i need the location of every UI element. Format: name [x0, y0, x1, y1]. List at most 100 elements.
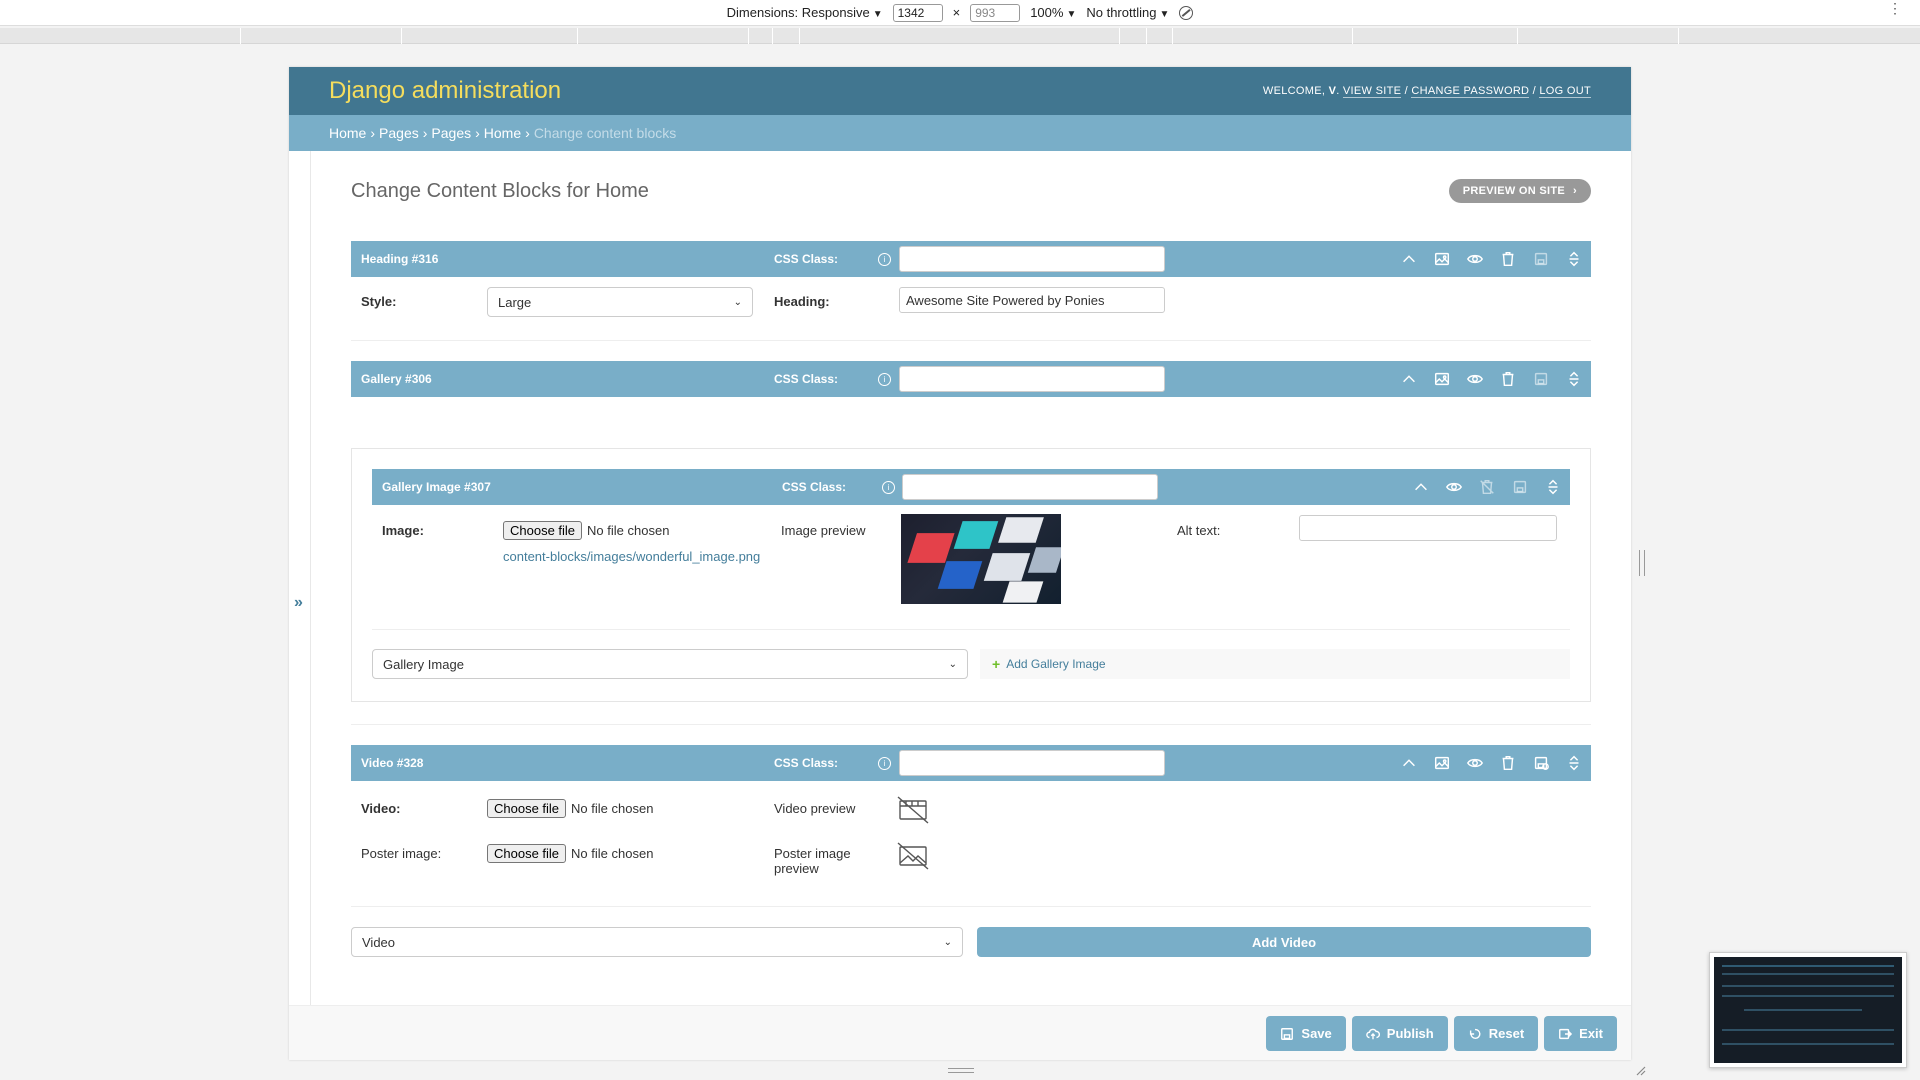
current-image-link[interactable]: content-blocks/images/wonderful_image.pn… — [503, 549, 763, 564]
save-block-icon[interactable] — [1530, 752, 1552, 774]
collapse-icon[interactable] — [1398, 248, 1420, 270]
no-file-chosen-text: No file chosen — [571, 801, 654, 816]
css-class-label: CSS Class: — [774, 252, 839, 266]
video-preview-label: Video preview — [774, 801, 856, 816]
add-gallery-image-link[interactable]: + Add Gallery Image — [980, 649, 1570, 679]
drag-handle-icon[interactable] — [1563, 248, 1585, 270]
choose-file-button[interactable]: Choose file — [487, 799, 567, 818]
zoom-label: 100% — [1030, 5, 1064, 20]
info-icon[interactable]: i — [878, 252, 891, 266]
exit-button[interactable]: Exit — [1544, 1016, 1617, 1051]
css-class-input[interactable] — [899, 366, 1165, 392]
video-block-header: Video #328 CSS Class: i — [351, 745, 1591, 781]
eye-icon[interactable] — [1464, 368, 1486, 390]
times-sign: × — [952, 5, 961, 20]
user-tools: Welcome, V. View site / Change password … — [1262, 85, 1591, 98]
change-password-link[interactable]: Change password — [1411, 85, 1530, 98]
image-icon[interactable] — [1431, 248, 1453, 270]
choose-file-button[interactable]: Choose file — [503, 521, 583, 540]
alt-text-input[interactable] — [1299, 515, 1557, 541]
drag-handle-icon[interactable] — [1563, 752, 1585, 774]
zoom-dropdown[interactable]: 100% ▼ — [1030, 5, 1076, 20]
breadcrumb: Home › Pages › Pages › Home › Change content… — [289, 115, 1631, 151]
image-file-input[interactable]: Choose file No file chosen — [503, 521, 669, 540]
poster-preview-label-line2: preview — [774, 861, 819, 876]
save-button[interactable]: Save — [1266, 1016, 1346, 1051]
save-icon — [1281, 1027, 1294, 1040]
css-class-input[interactable] — [899, 246, 1165, 272]
viewport-resize-handle-right[interactable] — [1639, 550, 1645, 576]
breadcrumb-page-home[interactable]: Home — [484, 125, 521, 141]
preview-on-site-button[interactable]: Preview on site › — [1448, 179, 1591, 203]
image-icon[interactable] — [1431, 752, 1453, 774]
heading-block-title: Heading #316 — [361, 252, 439, 266]
breadcrumb-pages-model[interactable]: Pages — [431, 125, 471, 141]
viewport-resize-handle-bottom[interactable] — [948, 1068, 974, 1073]
info-icon[interactable]: i — [878, 756, 891, 770]
publish-button[interactable]: Publish — [1351, 1016, 1448, 1051]
drag-handle-icon[interactable] — [1542, 476, 1564, 498]
plus-icon: + — [992, 656, 1001, 672]
trash-icon[interactable] — [1497, 752, 1519, 774]
reset-button[interactable]: Reset — [1453, 1016, 1539, 1051]
nav-sidebar-strip — [289, 151, 311, 1005]
gallery-block-title: Gallery #306 — [361, 372, 432, 386]
save-block-icon[interactable] — [1509, 476, 1531, 498]
style-select[interactable]: Large ⌄ — [487, 287, 753, 317]
toggle-nav-sidebar-icon[interactable]: » — [294, 594, 303, 612]
style-label: Style: — [361, 294, 397, 309]
image-preview-thumbnail — [901, 514, 1061, 604]
save-block-icon[interactable] — [1530, 248, 1552, 270]
collapse-icon[interactable] — [1398, 368, 1420, 390]
trash-icon[interactable] — [1497, 368, 1519, 390]
log-out-link[interactable]: Log out — [1539, 85, 1591, 98]
media-query-ruler[interactable] — [0, 28, 1920, 44]
poster-file-input[interactable]: Choose file No file chosen — [487, 844, 653, 863]
rotate-icon[interactable] — [1179, 5, 1194, 20]
trash-disabled-icon[interactable] — [1476, 476, 1498, 498]
screen-minimap[interactable] — [1709, 952, 1907, 1068]
divider — [372, 629, 1570, 630]
add-block-select[interactable]: Video ⌄ — [351, 927, 963, 957]
chevron-down-icon: ⌄ — [948, 658, 957, 670]
add-video-button[interactable]: Add Video — [977, 927, 1591, 957]
height-input[interactable]: 993 — [970, 3, 1021, 22]
css-class-label: CSS Class: — [774, 372, 839, 386]
trash-icon[interactable] — [1497, 248, 1519, 270]
choose-file-button[interactable]: Choose file — [487, 844, 567, 863]
publish-label: Publish — [1386, 1026, 1434, 1041]
image-label: Image: — [382, 523, 424, 538]
collapse-icon[interactable] — [1410, 476, 1432, 498]
image-unavailable-icon — [896, 841, 930, 871]
eye-icon[interactable] — [1464, 248, 1486, 270]
add-gallery-image-label: Add Gallery Image — [1006, 657, 1106, 671]
breadcrumb-home[interactable]: Home — [329, 125, 366, 141]
info-icon[interactable]: i — [878, 372, 891, 386]
width-input[interactable]: 1342 — [892, 3, 943, 22]
more-options-icon[interactable]: ⋮ — [1888, 1, 1902, 15]
breadcrumb-pages-app[interactable]: Pages — [379, 125, 419, 141]
throttling-dropdown[interactable]: No throttling ▼ — [1086, 5, 1169, 20]
add-block-select-value: Video — [362, 934, 396, 950]
css-class-input[interactable] — [899, 750, 1165, 776]
page-title: Change Content Blocks for Home — [351, 179, 649, 202]
collapse-icon[interactable] — [1398, 752, 1420, 774]
eye-icon[interactable] — [1443, 476, 1465, 498]
site-brand[interactable]: Django administration — [329, 77, 561, 105]
video-file-input[interactable]: Choose file No file chosen — [487, 799, 653, 818]
dimensions-dropdown[interactable]: Dimensions: Responsive ▼ — [727, 5, 883, 20]
save-block-icon[interactable] — [1530, 368, 1552, 390]
eye-icon[interactable] — [1464, 752, 1486, 774]
add-gallery-item-select[interactable]: Gallery Image ⌄ — [372, 649, 968, 679]
drag-handle-icon[interactable] — [1563, 368, 1585, 390]
css-class-input[interactable] — [902, 474, 1158, 500]
gallery-image-header: Gallery Image #307 CSS Class: i — [372, 469, 1570, 505]
video-unavailable-icon — [896, 795, 930, 825]
poster-preview-label-line1: Poster image — [774, 846, 851, 861]
info-icon[interactable]: i — [882, 480, 895, 494]
heading-input[interactable]: Awesome Site Powered by Ponies — [899, 287, 1165, 313]
resize-corner-icon[interactable] — [1634, 1064, 1646, 1076]
style-value: Large — [498, 294, 532, 310]
image-icon[interactable] — [1431, 368, 1453, 390]
view-site-link[interactable]: View site — [1342, 85, 1402, 98]
